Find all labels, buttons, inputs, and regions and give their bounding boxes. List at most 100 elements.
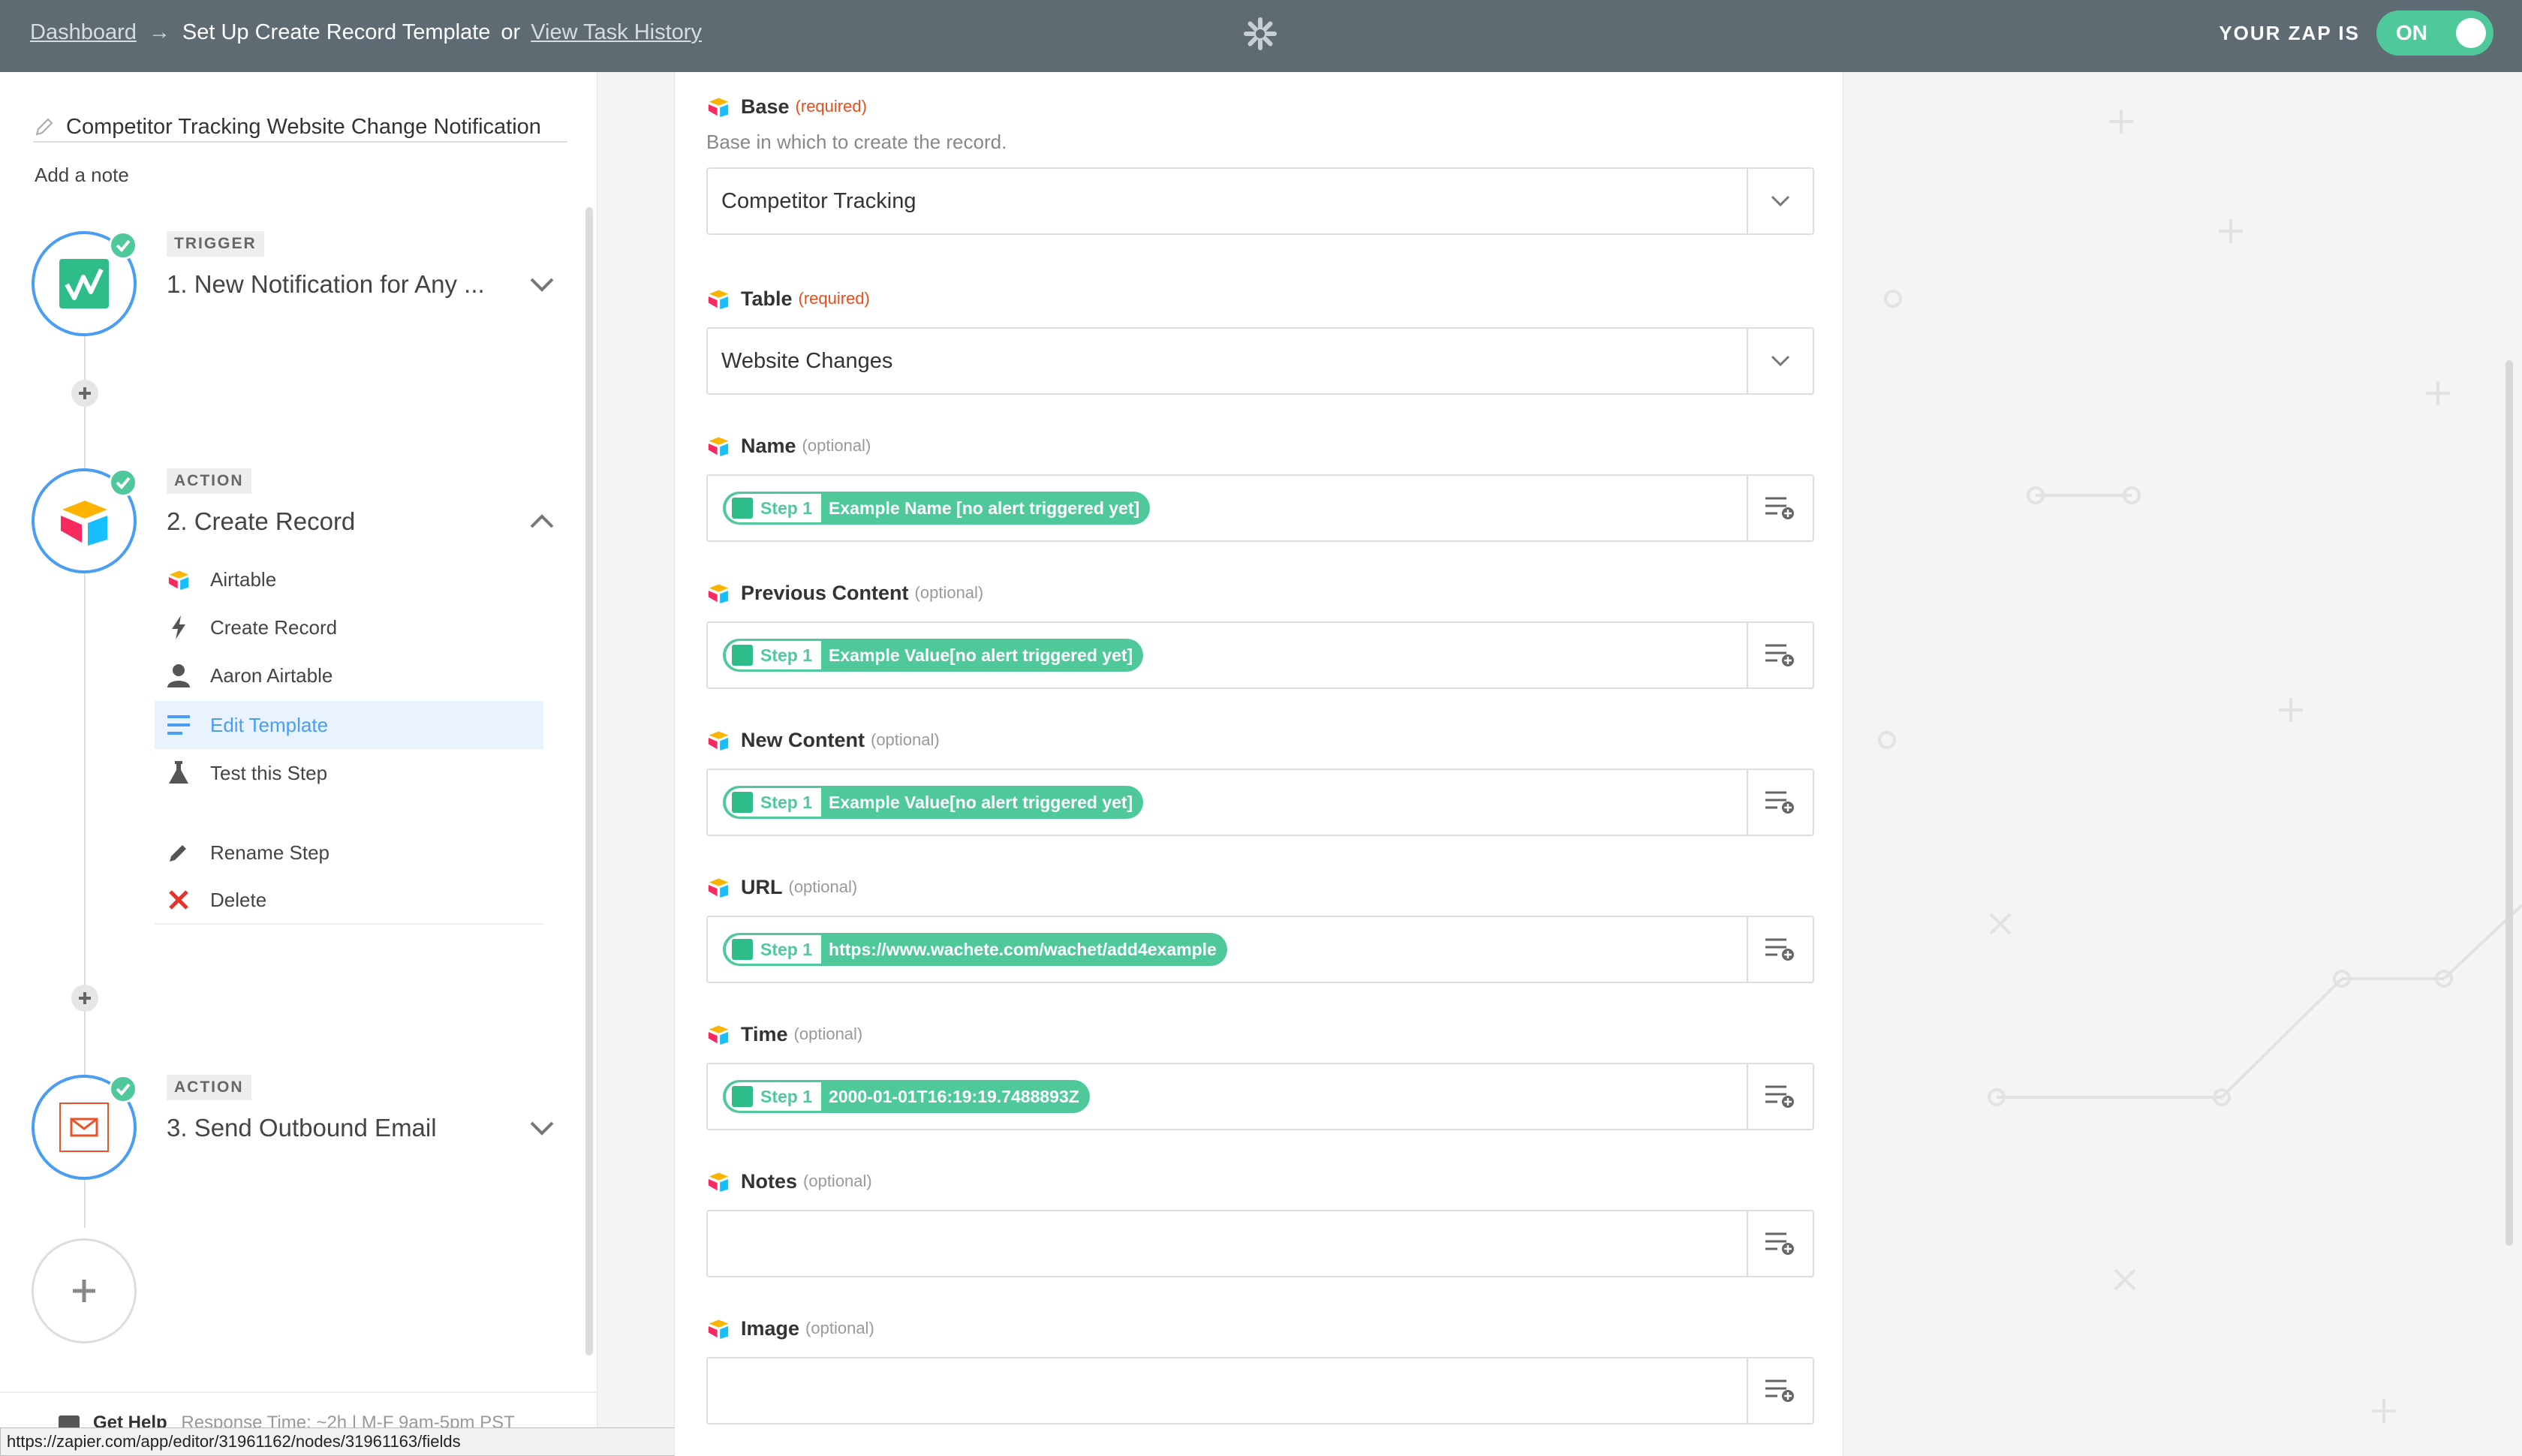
field-new-content: New Content (optional) Step 1 Example Va… (706, 725, 1814, 836)
field-name: Name (optional) Step 1 Example Name [no … (706, 431, 1814, 542)
insert-field-button[interactable] (1747, 917, 1813, 982)
view-task-history-link[interactable]: View Task History (531, 20, 702, 45)
optional-tag: (optional) (805, 1319, 874, 1337)
image-input[interactable] (706, 1357, 1814, 1424)
insert-field-icon (1765, 1379, 1794, 1402)
insert-field-icon (1765, 1085, 1794, 1108)
airtable-icon (708, 98, 729, 117)
field-table-label: Table (741, 287, 793, 310)
step-2-badge: ACTION (167, 468, 251, 494)
chevron-down-icon (1771, 195, 1790, 207)
zap-on-toggle[interactable]: ON (2376, 11, 2493, 56)
sidebar-scrollbar[interactable] (585, 207, 593, 1355)
zap-status: YOUR ZAP IS ON (2219, 11, 2493, 56)
delete-step-button[interactable]: Delete (155, 877, 543, 925)
add-step-circle[interactable] (32, 1238, 137, 1343)
table-select[interactable]: Website Changes (706, 327, 1814, 395)
previous-content-input[interactable]: Step 1 Example Value[no alert triggered … (706, 621, 1814, 689)
field-previous-content-label: Previous Content (741, 581, 909, 604)
add-step-button-2[interactable] (71, 985, 98, 1012)
step-1-check-icon (109, 231, 137, 260)
submenu-action-label: Create Record (210, 615, 338, 639)
submenu-edit-template[interactable]: Edit Template (155, 701, 543, 749)
pencil-icon (170, 845, 186, 862)
time-input[interactable]: Step 1 2000-01-01T16:19:19.7488893Z (706, 1063, 1814, 1130)
mapped-field-pill[interactable]: Step 1 Example Value[no alert triggered … (723, 639, 1144, 672)
pill-value: Example Value[no alert triggered yet] (829, 645, 1133, 665)
optional-tag: (optional) (788, 877, 858, 896)
insert-field-button[interactable] (1747, 1064, 1813, 1129)
wachete-icon (732, 498, 753, 519)
chevron-down-icon[interactable] (527, 1117, 557, 1139)
insert-field-button[interactable] (1747, 1211, 1813, 1276)
pill-value: https://www.wachete.com/wachet/add4examp… (829, 939, 1217, 959)
step-2-title[interactable]: 2. Create Record (167, 507, 355, 536)
dashboard-link[interactable]: Dashboard (30, 20, 137, 45)
table-select-value: Website Changes (721, 349, 893, 373)
base-dropdown-button[interactable] (1747, 169, 1813, 233)
insert-field-button[interactable] (1747, 1358, 1813, 1423)
optional-tag: (optional) (914, 583, 984, 602)
field-base: Base (required) Base in which to create … (706, 92, 1814, 235)
chevron-down-icon[interactable] (527, 273, 557, 296)
new-content-input[interactable]: Step 1 Example Value[no alert triggered … (706, 769, 1814, 836)
notes-input[interactable] (706, 1210, 1814, 1277)
zap-name-field[interactable]: Competitor Tracking Website Change Notif… (33, 113, 567, 143)
top-bar: Dashboard → Set Up Create Record Templat… (0, 0, 2522, 72)
required-tag: (required) (795, 97, 867, 116)
field-image-label: Image (741, 1316, 800, 1340)
field-base-label: Base (741, 95, 790, 118)
pill-value: 2000-01-01T16:19:19.7488893Z (829, 1086, 1079, 1106)
editor-sidebar: Competitor Tracking Website Change Notif… (0, 72, 597, 1456)
insert-field-button[interactable] (1747, 770, 1813, 835)
insert-field-icon (1765, 497, 1794, 519)
flask-icon (169, 761, 188, 784)
submenu-test-step-label: Test this Step (210, 761, 328, 784)
insert-field-icon (1765, 791, 1794, 814)
insert-field-button[interactable] (1747, 476, 1813, 540)
submenu-app[interactable]: Airtable (155, 555, 543, 603)
url-input[interactable]: Step 1 https://www.wachete.com/wachet/ad… (706, 916, 1814, 983)
table-dropdown-button[interactable] (1747, 329, 1813, 393)
lightning-icon (172, 615, 185, 639)
mapped-field-pill[interactable]: Step 1 https://www.wachete.com/wachet/ad… (723, 933, 1227, 966)
pill-step-label: Step 1 (760, 792, 813, 812)
mapped-field-pill[interactable]: Step 1 2000-01-01T16:19:19.7488893Z (723, 1080, 1090, 1113)
airtable-icon (708, 584, 729, 603)
airtable-icon (61, 501, 107, 546)
insert-field-icon (1765, 644, 1794, 666)
step-1-title[interactable]: 1. New Notification for Any ... (167, 270, 485, 299)
pill-value: Example Name [no alert triggered yet] (829, 498, 1140, 518)
zapier-logo-icon[interactable] (1243, 17, 1278, 51)
insert-field-button[interactable] (1747, 623, 1813, 687)
base-select[interactable]: Competitor Tracking (706, 167, 1814, 235)
mapped-field-pill[interactable]: Step 1 Example Value[no alert triggered … (723, 786, 1144, 819)
step-2-check-icon (109, 468, 137, 497)
mapped-field-pill[interactable]: Step 1 Example Name [no alert triggered … (723, 492, 1151, 525)
base-select-value: Competitor Tracking (721, 189, 916, 213)
add-step-button[interactable] (71, 380, 98, 407)
submenu-account[interactable]: Aaron Airtable (155, 651, 543, 699)
step-3-badge: ACTION (167, 1075, 251, 1100)
optional-tag: (optional) (803, 1172, 872, 1190)
rename-step-button[interactable]: Rename Step (155, 829, 543, 877)
airtable-icon (708, 290, 729, 309)
submenu-action[interactable]: Create Record (155, 603, 543, 651)
name-input[interactable]: Step 1 Example Name [no alert triggered … (706, 474, 1814, 542)
add-note-link[interactable]: Add a note (35, 164, 129, 187)
chevron-up-icon[interactable] (527, 510, 557, 533)
plus-icon (79, 387, 91, 399)
optional-tag: (optional) (802, 436, 871, 455)
submenu-test-step[interactable]: Test this Step (155, 749, 543, 797)
field-time-label: Time (741, 1022, 788, 1045)
airtable-icon (708, 878, 729, 898)
insert-field-icon (1765, 938, 1794, 961)
step-3-title[interactable]: 3. Send Outbound Email (167, 1114, 437, 1142)
chevron-down-icon (1771, 355, 1790, 367)
person-icon (167, 664, 190, 687)
plus-icon (73, 1280, 95, 1302)
field-notes: Notes (optional) (706, 1166, 1814, 1277)
page-scrollbar[interactable] (2505, 360, 2513, 1246)
toggle-state-text: ON (2396, 21, 2427, 44)
close-icon (169, 890, 188, 910)
